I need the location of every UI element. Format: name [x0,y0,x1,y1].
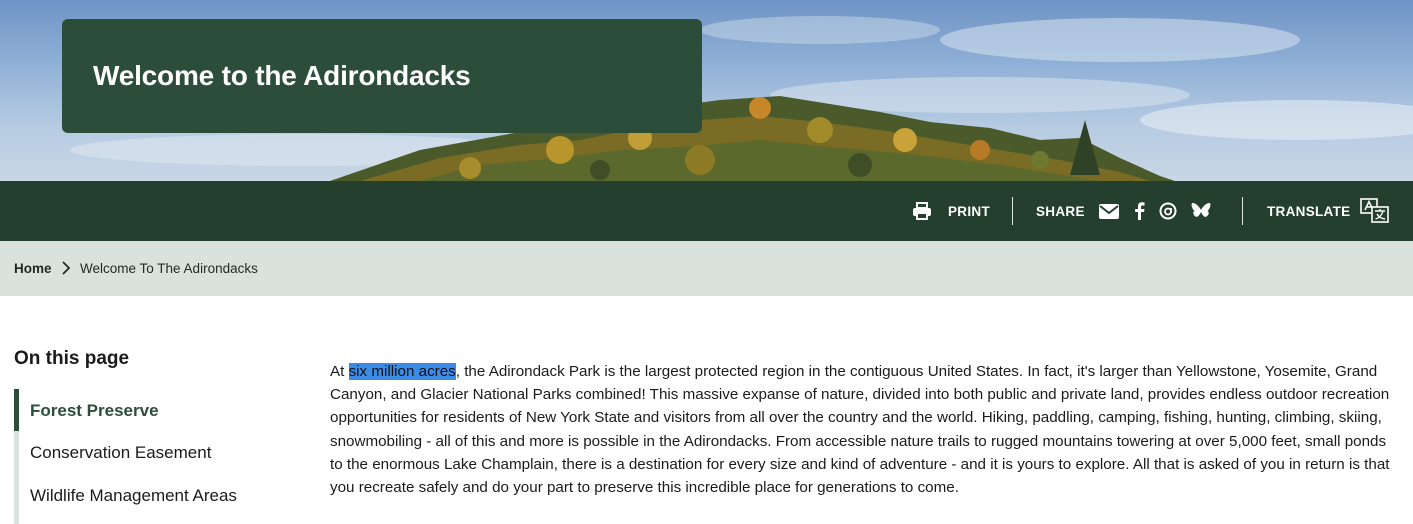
breadcrumb-current: Welcome To The Adirondacks [80,261,258,276]
facebook-icon[interactable] [1133,202,1145,220]
share-label: SHARE [1036,203,1085,219]
toolbar-divider [1242,197,1243,225]
email-icon[interactable] [1098,203,1119,219]
nav-item-conservation-easement[interactable]: Conservation Easement [30,443,211,463]
printer-icon [912,202,932,220]
nav-item-forest-preserve[interactable]: Forest Preserve [30,401,159,421]
intro-body: , the Adirondack Park is the largest pro… [330,363,1390,497]
intro-paragraph: At six million acres, the Adirondack Par… [330,360,1400,499]
toolbar-divider [1012,197,1013,225]
print-label: PRINT [948,203,990,219]
hero-banner: Welcome to the Adirondacks [0,0,1413,181]
chevron-right-icon [60,260,72,281]
page-title-box: Welcome to the Adirondacks [62,19,702,133]
page-title: Welcome to the Adirondacks [93,60,471,91]
page-toolbar: PRINT SHARE TRANSLATE [0,181,1413,241]
share-group: SHARE [1036,181,1211,241]
on-this-page-title: On this page [14,348,130,369]
breadcrumb: Home Welcome To The Adirondacks [0,241,1413,296]
translate-icon [1360,198,1390,224]
intro-prefix: At [330,363,349,380]
translate-button[interactable]: TRANSLATE [1267,181,1390,241]
print-button[interactable]: PRINT [912,181,990,241]
on-this-page-nav: Forest Preserve Conservation Easement Wi… [14,389,279,524]
threads-icon[interactable] [1159,202,1177,220]
bluesky-icon[interactable] [1191,202,1211,220]
active-indicator [14,389,19,431]
selected-text-highlight: six million acres [348,363,456,380]
nav-item-wildlife-management-areas[interactable]: Wildlife Management Areas [30,486,237,506]
breadcrumb-home-link[interactable]: Home [14,261,52,276]
translate-label: TRANSLATE [1267,203,1351,219]
